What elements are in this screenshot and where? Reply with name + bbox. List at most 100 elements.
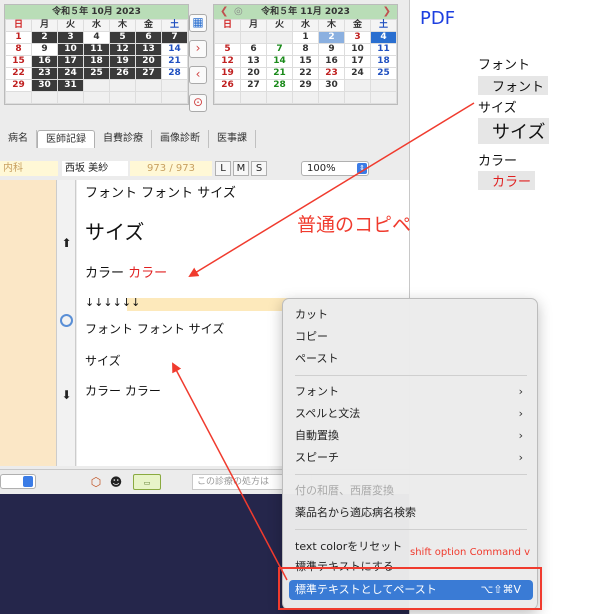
calendar-day[interactable]: 30: [32, 80, 57, 91]
department-field[interactable]: 内科: [0, 161, 58, 176]
calendar-day[interactable]: 8: [6, 44, 31, 55]
calendar-day[interactable]: 17: [345, 56, 370, 67]
calendar-day[interactable]: 8: [293, 44, 318, 55]
calendar-day[interactable]: 18: [371, 56, 396, 67]
left-history-pane[interactable]: [0, 180, 56, 466]
tab-self-pay[interactable]: 自費診療: [95, 130, 152, 148]
calendar-day[interactable]: 3: [58, 32, 83, 43]
menu-item-substitutions[interactable]: 自動置換 ›: [289, 426, 533, 446]
calendar-day[interactable]: 14: [267, 56, 292, 67]
size-medium-button[interactable]: M: [233, 161, 249, 176]
calendar-day[interactable]: 6: [241, 44, 266, 55]
menu-item-font[interactable]: フォント ›: [289, 382, 533, 402]
annotation-normal-copy: 普通のコピペ: [297, 214, 412, 236]
calendar-day[interactable]: 19: [110, 56, 135, 67]
calendar-day[interactable]: 15: [293, 56, 318, 67]
calendar-day[interactable]: 13: [136, 44, 161, 55]
calendar-day[interactable]: 25: [371, 68, 396, 79]
size-large-button[interactable]: L: [215, 161, 231, 176]
arrow-down-icon[interactable]: ⬇: [60, 388, 73, 402]
calendar-empty-cell: [371, 92, 396, 103]
calendar-next-arrow-icon[interactable]: ❯: [383, 5, 391, 19]
tab-doctor-record[interactable]: 医師記録: [37, 130, 95, 148]
menu-item-spelling[interactable]: スペルと文法 ›: [289, 404, 533, 424]
calendar-day[interactable]: 31: [58, 80, 83, 91]
calendar-day[interactable]: 28: [267, 80, 292, 91]
tab-imaging[interactable]: 画像診断: [152, 130, 209, 148]
menu-item-drug-search[interactable]: 薬品名から適応病名検索: [289, 503, 533, 523]
calendar-day[interactable]: 10: [58, 44, 83, 55]
calendar-icon-button[interactable]: ▦: [189, 14, 207, 32]
calendar-day[interactable]: 27: [241, 80, 266, 91]
calendar-prev-arrow-icon[interactable]: ❮: [220, 5, 228, 19]
calendar-day[interactable]: 25: [84, 68, 109, 79]
menu-item-speech[interactable]: スピーチ ›: [289, 448, 533, 468]
menu-item-copy[interactable]: コピー: [289, 327, 533, 347]
calendar-day[interactable]: 3: [345, 32, 370, 43]
calendar-day[interactable]: 21: [162, 56, 187, 67]
circle-marker-icon[interactable]: [60, 314, 73, 327]
menu-item-cut[interactable]: カット: [289, 305, 533, 325]
calendar-day[interactable]: 28: [162, 68, 187, 79]
calendar-day[interactable]: 1: [6, 32, 31, 43]
calendar-day[interactable]: 9: [32, 44, 57, 55]
arrow-up-icon[interactable]: ⬆: [60, 236, 73, 250]
calendar-day[interactable]: 19: [215, 68, 240, 79]
size-small-button[interactable]: S: [251, 161, 267, 176]
calendar-day[interactable]: 29: [6, 80, 31, 91]
calendar-day[interactable]: 15: [6, 56, 31, 67]
calendar-day[interactable]: 17: [58, 56, 83, 67]
calendar-day[interactable]: 9: [319, 44, 344, 55]
calendar-day[interactable]: 5: [215, 44, 240, 55]
calendar-day[interactable]: 7: [162, 32, 187, 43]
calendar-day[interactable]: 4: [84, 32, 109, 43]
calendar-day[interactable]: 20: [136, 56, 161, 67]
menu-item-paste[interactable]: ペースト: [289, 349, 533, 369]
hexagon-tool-icon[interactable]: ⬡: [88, 474, 104, 490]
user-settings-icon[interactable]: ☻: [108, 474, 124, 490]
calendar-day[interactable]: 16: [319, 56, 344, 67]
calendar-day[interactable]: 11: [84, 44, 109, 55]
calendar-day[interactable]: 20: [241, 68, 266, 79]
calendar-day[interactable]: 27: [136, 68, 161, 79]
calendar-day[interactable]: 7: [267, 44, 292, 55]
calendar-day[interactable]: 14: [162, 44, 187, 55]
calendar-day[interactable]: 5: [110, 32, 135, 43]
next-month-button[interactable]: ›: [189, 40, 207, 58]
calendar-day[interactable]: 23: [319, 68, 344, 79]
pdf-text-font-1: フォント: [478, 58, 531, 73]
calendar-day[interactable]: 2: [32, 32, 57, 43]
calendar-day[interactable]: 22: [6, 68, 31, 79]
calendar-day[interactable]: 26: [215, 80, 240, 91]
tab-medical-affairs[interactable]: 医事課: [209, 130, 256, 148]
calendar-day[interactable]: 1: [293, 32, 318, 43]
calendar-day[interactable]: 21: [267, 68, 292, 79]
calendar-empty-cell: [162, 92, 187, 103]
calendar-day[interactable]: 2: [319, 32, 344, 43]
calendar-day[interactable]: 12: [215, 56, 240, 67]
calendar-day[interactable]: 4: [371, 32, 396, 43]
calendar-day[interactable]: 29: [293, 80, 318, 91]
calendar-day[interactable]: 10: [345, 44, 370, 55]
calendar-day[interactable]: 18: [84, 56, 109, 67]
calendar-day[interactable]: 6: [136, 32, 161, 43]
calendar-day[interactable]: 13: [241, 56, 266, 67]
calendar-day[interactable]: 24: [345, 68, 370, 79]
calendar-day[interactable]: 12: [110, 44, 135, 55]
bottom-select[interactable]: [0, 474, 36, 489]
calendar-day[interactable]: 16: [32, 56, 57, 67]
calendar-day[interactable]: 24: [58, 68, 83, 79]
calendar-day[interactable]: 26: [110, 68, 135, 79]
prev-month-button[interactable]: ‹: [189, 66, 207, 84]
tab-disease[interactable]: 病名: [0, 130, 37, 148]
zoom-select[interactable]: 100% ⇕: [301, 161, 369, 176]
calendar-day[interactable]: 30: [319, 80, 344, 91]
location-pin-button[interactable]: ⊙: [189, 94, 207, 112]
record-tabs: 病名 医師記録 自費診療 画像診断 医事課: [0, 130, 256, 148]
calendar-today-icon[interactable]: ◎: [234, 5, 243, 19]
calendar-day[interactable]: 23: [32, 68, 57, 79]
calendar-empty-cell: [241, 92, 266, 103]
calendar-day[interactable]: 11: [371, 44, 396, 55]
calendar-day[interactable]: 22: [293, 68, 318, 79]
badge-icon[interactable]: ▭: [133, 474, 161, 490]
